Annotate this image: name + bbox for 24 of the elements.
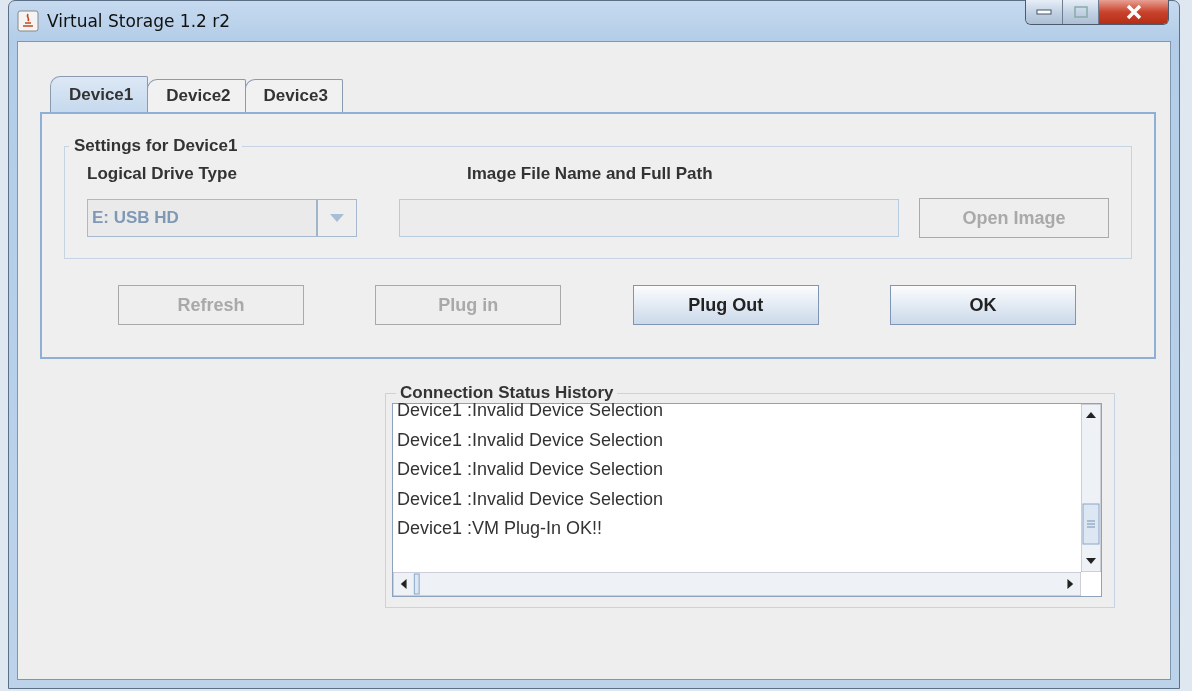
tab[interactable]: Device1 <box>50 76 149 112</box>
log-line: Device1 :Invalid Device Selection <box>397 428 665 452</box>
maximize-icon <box>1073 6 1088 18</box>
caret-icon <box>330 214 344 222</box>
field-label: Logical Drive Type <box>87 164 238 184</box>
window-title: Virtual Storage 1.2 r2 <box>47 11 231 31</box>
log-line: Device1 :VM Plug-In OK!! <box>397 517 604 540</box>
tab[interactable]: Device3 <box>244 79 343 112</box>
log-line: Device1 :Invalid Device Selection <box>397 487 665 511</box>
log-line: Device1 :Invalid Device Selection <box>397 400 665 422</box>
group-title: Settings for Device1 <box>73 136 239 156</box>
horizontal-scrollbar[interactable] <box>393 572 1081 596</box>
action-button[interactable]: OK <box>890 285 1076 325</box>
maximize-button[interactable] <box>1062 0 1098 24</box>
minimize-button[interactable] <box>1026 0 1062 24</box>
minimize-icon <box>1036 9 1052 15</box>
field-label: Image File Name and Full Path <box>467 164 714 184</box>
close-button[interactable] <box>1098 0 1168 24</box>
vertical-scrollbar[interactable] <box>1081 404 1101 572</box>
group-title: Connection Status History <box>399 383 615 403</box>
action-button[interactable]: Plug Out <box>632 285 819 325</box>
app-icon <box>17 10 39 32</box>
log-line: Device1 :Invalid Device Selection <box>397 458 665 481</box>
close-icon <box>1124 4 1143 20</box>
